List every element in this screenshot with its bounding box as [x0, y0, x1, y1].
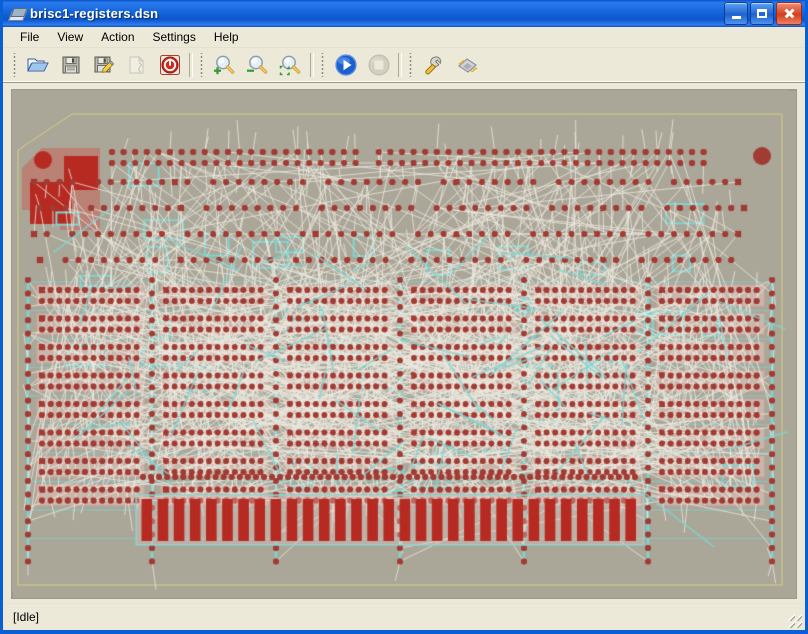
tools-button[interactable] — [418, 50, 449, 80]
new-rules-button[interactable] — [121, 50, 152, 80]
menu-view[interactable]: View — [48, 28, 92, 46]
toolbar-separator-3 — [398, 53, 402, 77]
toolbar-grip-tools[interactable] — [409, 53, 413, 77]
menu-action[interactable]: Action — [92, 28, 143, 46]
pcb-layout-canvas[interactable] — [11, 89, 797, 599]
resize-grip-icon[interactable] — [788, 614, 802, 628]
toolbar-separator — [189, 53, 193, 77]
close-button[interactable] — [776, 2, 802, 25]
zoom-fit-button[interactable] — [275, 50, 306, 80]
zoom-out-button[interactable] — [242, 50, 273, 80]
toolbar — [3, 48, 805, 83]
autoroute-start-button[interactable] — [330, 50, 361, 80]
status-bar: [Idle] — [3, 603, 805, 630]
menu-bar: File View Action Settings Help — [3, 27, 805, 48]
zoom-in-button[interactable] — [209, 50, 240, 80]
pcb-render-surface[interactable] — [12, 90, 788, 591]
menu-file[interactable]: File — [11, 28, 48, 46]
minimize-button[interactable] — [724, 2, 748, 25]
window-controls — [724, 2, 802, 25]
toolbar-grip-zoom[interactable] — [200, 53, 204, 77]
canvas-area — [3, 83, 805, 603]
save-button[interactable] — [55, 50, 86, 80]
maximize-button[interactable] — [750, 2, 774, 25]
status-text: [Idle] — [13, 610, 40, 624]
title-bar: brisc1-registers.dsn — [3, 0, 805, 27]
menu-settings[interactable]: Settings — [144, 28, 205, 46]
window-title: brisc1-registers.dsn — [30, 6, 159, 21]
save-as-button[interactable] — [88, 50, 119, 80]
menu-help[interactable]: Help — [205, 28, 248, 46]
toolbar-grip-route[interactable] — [321, 53, 325, 77]
board-button[interactable] — [451, 50, 482, 80]
toolbar-grip[interactable] — [13, 53, 17, 77]
application-window: brisc1-registers.dsn File View Action Se… — [0, 0, 808, 634]
cancel-button[interactable] — [154, 50, 185, 80]
toolbar-separator-2 — [310, 53, 314, 77]
autoroute-stop-button[interactable] — [363, 50, 394, 80]
pcb-board-icon — [7, 6, 28, 22]
open-file-button[interactable] — [22, 50, 53, 80]
